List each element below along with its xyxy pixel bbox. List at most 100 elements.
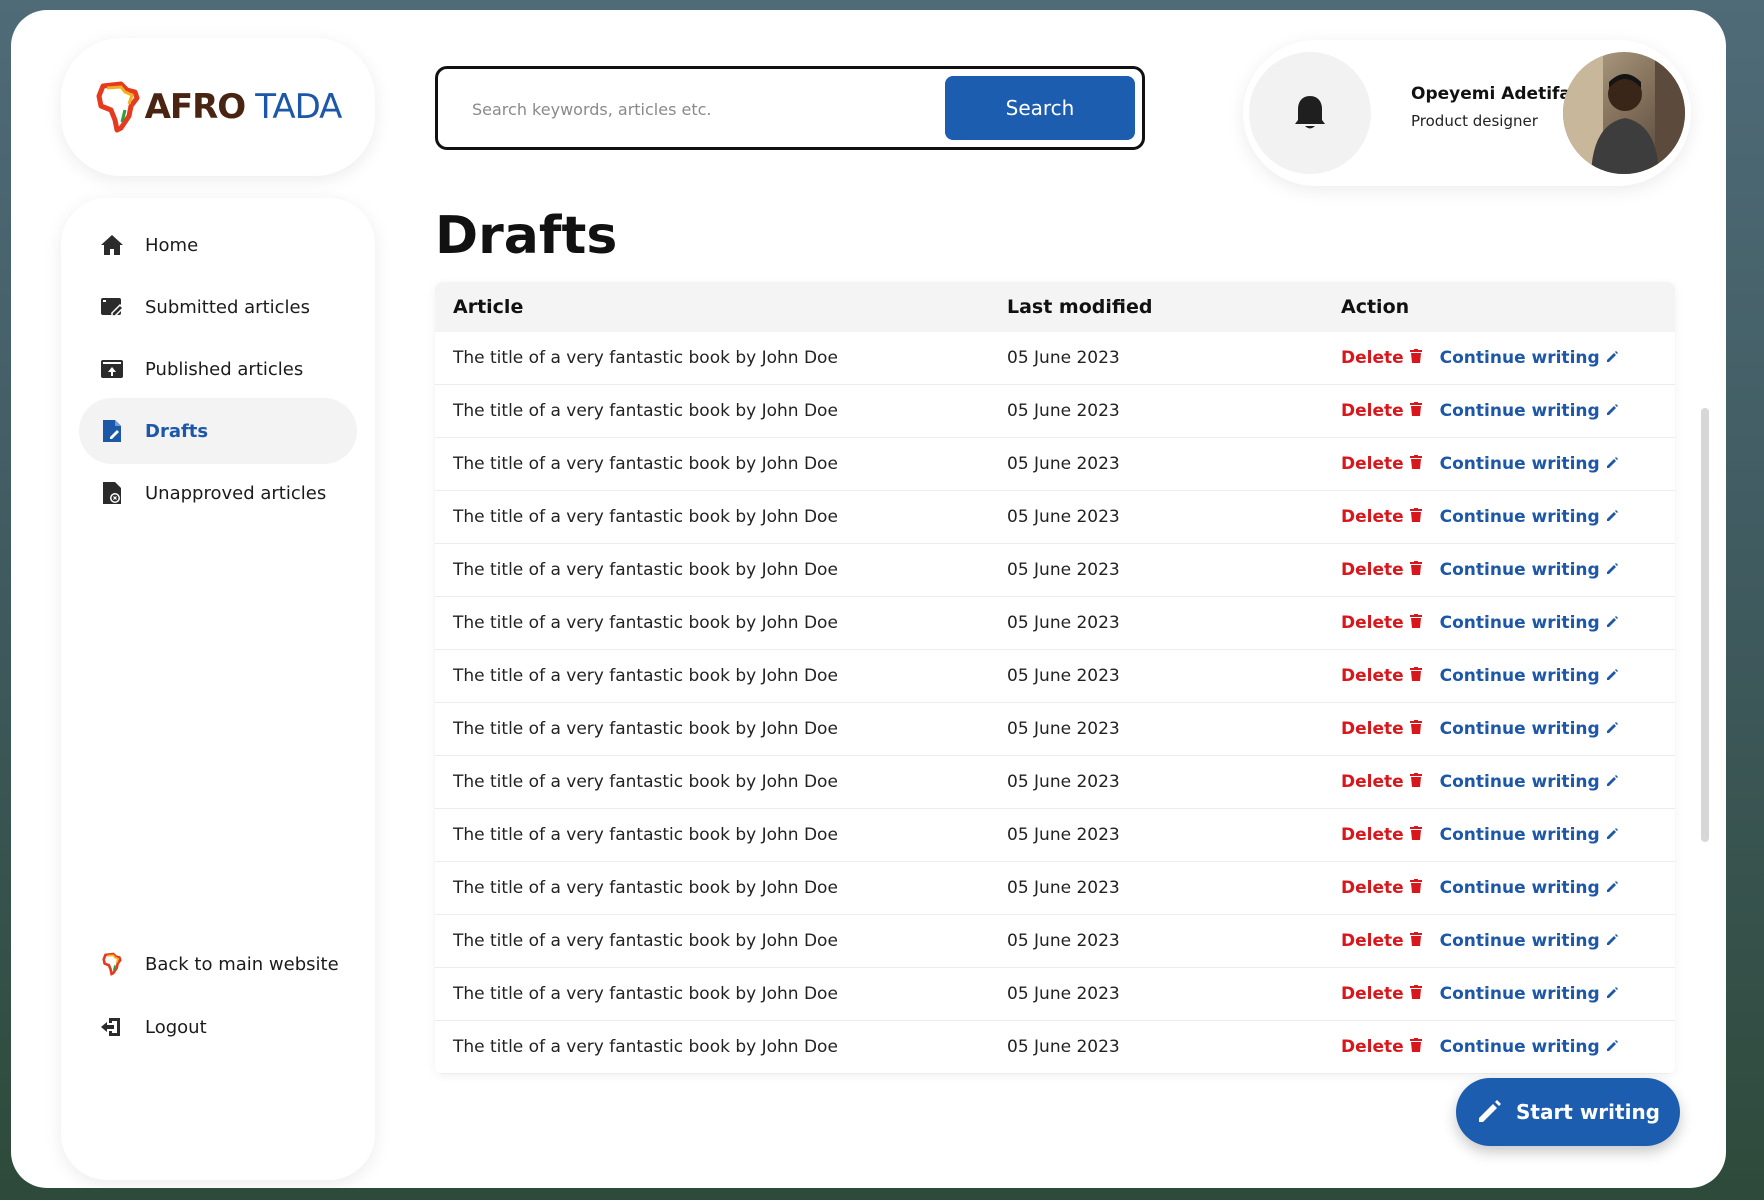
trash-icon bbox=[1409, 825, 1422, 845]
last-modified-date: 05 June 2023 bbox=[1007, 613, 1120, 633]
delete-button[interactable]: Delete bbox=[1341, 878, 1422, 898]
article-title: The title of a very fantastic book by Jo… bbox=[453, 931, 838, 951]
sidebar-item-label: Submitted articles bbox=[145, 296, 310, 318]
delete-button[interactable]: Delete bbox=[1341, 825, 1422, 845]
table-row: The title of a very fantastic book by Jo… bbox=[435, 915, 1675, 968]
continue-writing-label: Continue writing bbox=[1439, 613, 1600, 633]
table-header: Article Last modified Action bbox=[435, 282, 1675, 332]
table-row: The title of a very fantastic book by Jo… bbox=[435, 862, 1675, 915]
sidebar-item-label: Drafts bbox=[145, 420, 209, 442]
continue-writing-button[interactable]: Continue writing bbox=[1440, 613, 1618, 633]
notifications-button[interactable] bbox=[1249, 52, 1371, 174]
published-icon bbox=[99, 356, 125, 382]
column-header-last-modified: Last modified bbox=[1007, 296, 1153, 318]
article-title: The title of a very fantastic book by Jo… bbox=[453, 507, 838, 527]
trash-icon bbox=[1409, 348, 1422, 368]
avatar-image bbox=[1563, 52, 1685, 174]
trash-icon bbox=[1409, 719, 1422, 739]
continue-writing-button[interactable]: Continue writing bbox=[1440, 666, 1618, 686]
row-actions: Delete Continue writing bbox=[1341, 931, 1675, 951]
article-title: The title of a very fantastic book by Jo… bbox=[453, 878, 838, 898]
home-icon bbox=[99, 232, 125, 258]
continue-writing-button[interactable]: Continue writing bbox=[1440, 454, 1618, 474]
search-button[interactable]: Search bbox=[945, 76, 1135, 140]
sidebar-item-home[interactable]: Home bbox=[79, 212, 357, 278]
delete-label: Delete bbox=[1341, 931, 1404, 951]
article-title: The title of a very fantastic book by Jo… bbox=[453, 454, 838, 474]
logo-card[interactable]: AFRO TADA bbox=[61, 38, 375, 176]
logout-button[interactable]: Logout bbox=[79, 994, 357, 1060]
continue-writing-button[interactable]: Continue writing bbox=[1440, 1037, 1618, 1057]
table-row: The title of a very fantastic book by Jo… bbox=[435, 968, 1675, 1021]
table-row: The title of a very fantastic book by Jo… bbox=[435, 597, 1675, 650]
continue-writing-button[interactable]: Continue writing bbox=[1440, 719, 1618, 739]
back-to-website-label: Back to main website bbox=[145, 953, 339, 975]
row-actions: Delete Continue writing bbox=[1341, 666, 1675, 686]
avatar[interactable] bbox=[1563, 52, 1685, 174]
pencil-icon bbox=[1606, 401, 1618, 421]
row-actions: Delete Continue writing bbox=[1341, 560, 1675, 580]
row-actions: Delete Continue writing bbox=[1341, 454, 1675, 474]
continue-writing-button[interactable]: Continue writing bbox=[1440, 772, 1618, 792]
delete-button[interactable]: Delete bbox=[1341, 454, 1422, 474]
last-modified-date: 05 June 2023 bbox=[1007, 931, 1120, 951]
row-actions: Delete Continue writing bbox=[1341, 984, 1675, 1004]
continue-writing-button[interactable]: Continue writing bbox=[1440, 560, 1618, 580]
delete-label: Delete bbox=[1341, 560, 1404, 580]
delete-button[interactable]: Delete bbox=[1341, 401, 1422, 421]
continue-writing-button[interactable]: Continue writing bbox=[1440, 401, 1618, 421]
sidebar-item-unapproved[interactable]: Unapproved articles bbox=[79, 460, 357, 526]
delete-button[interactable]: Delete bbox=[1341, 507, 1422, 527]
last-modified-date: 05 June 2023 bbox=[1007, 666, 1120, 686]
sidebar-item-drafts[interactable]: Drafts bbox=[79, 398, 357, 464]
sidebar-item-submitted[interactable]: Submitted articles bbox=[79, 274, 357, 340]
continue-writing-button[interactable]: Continue writing bbox=[1440, 348, 1618, 368]
sidebar-item-published[interactable]: Published articles bbox=[79, 336, 357, 402]
continue-writing-button[interactable]: Continue writing bbox=[1440, 984, 1618, 1004]
brand-name-part1: AFRO bbox=[144, 87, 247, 127]
continue-writing-label: Continue writing bbox=[1439, 401, 1600, 421]
pencil-icon bbox=[1606, 454, 1618, 474]
continue-writing-button[interactable]: Continue writing bbox=[1440, 825, 1618, 845]
continue-writing-button[interactable]: Continue writing bbox=[1440, 878, 1618, 898]
trash-icon bbox=[1409, 931, 1422, 951]
pencil-icon bbox=[1606, 666, 1618, 686]
pencil-icon bbox=[1606, 1037, 1618, 1057]
pencil-icon bbox=[1606, 825, 1618, 845]
article-title: The title of a very fantastic book by Jo… bbox=[453, 772, 838, 792]
search-input[interactable] bbox=[472, 91, 922, 127]
delete-button[interactable]: Delete bbox=[1341, 772, 1422, 792]
start-writing-button[interactable]: Start writing bbox=[1456, 1078, 1680, 1146]
delete-button[interactable]: Delete bbox=[1341, 719, 1422, 739]
delete-button[interactable]: Delete bbox=[1341, 1037, 1422, 1057]
delete-button[interactable]: Delete bbox=[1341, 984, 1422, 1004]
delete-button[interactable]: Delete bbox=[1341, 348, 1422, 368]
delete-button[interactable]: Delete bbox=[1341, 931, 1422, 951]
delete-label: Delete bbox=[1341, 348, 1404, 368]
logout-icon bbox=[99, 1014, 125, 1040]
last-modified-date: 05 June 2023 bbox=[1007, 719, 1120, 739]
logout-label: Logout bbox=[145, 1016, 207, 1038]
delete-button[interactable]: Delete bbox=[1341, 613, 1422, 633]
trash-icon bbox=[1409, 401, 1422, 421]
scrollbar[interactable] bbox=[1701, 408, 1709, 842]
continue-writing-label: Continue writing bbox=[1439, 931, 1600, 951]
trash-icon bbox=[1409, 454, 1422, 474]
continue-writing-button[interactable]: Continue writing bbox=[1440, 931, 1618, 951]
article-title: The title of a very fantastic book by Jo… bbox=[453, 560, 838, 580]
back-to-website-link[interactable]: Back to main website bbox=[79, 931, 357, 997]
continue-writing-button[interactable]: Continue writing bbox=[1440, 507, 1618, 527]
delete-label: Delete bbox=[1341, 984, 1404, 1004]
trash-icon bbox=[1409, 1037, 1422, 1057]
pencil-icon bbox=[1606, 560, 1618, 580]
delete-label: Delete bbox=[1341, 507, 1404, 527]
delete-button[interactable]: Delete bbox=[1341, 666, 1422, 686]
pencil-icon bbox=[1606, 878, 1618, 898]
row-actions: Delete Continue writing bbox=[1341, 878, 1675, 898]
last-modified-date: 05 June 2023 bbox=[1007, 560, 1120, 580]
article-title: The title of a very fantastic book by Jo… bbox=[453, 719, 838, 739]
trash-icon bbox=[1409, 507, 1422, 527]
delete-label: Delete bbox=[1341, 878, 1404, 898]
delete-button[interactable]: Delete bbox=[1341, 560, 1422, 580]
drafts-table: Article Last modified Action The title o… bbox=[435, 282, 1675, 1074]
